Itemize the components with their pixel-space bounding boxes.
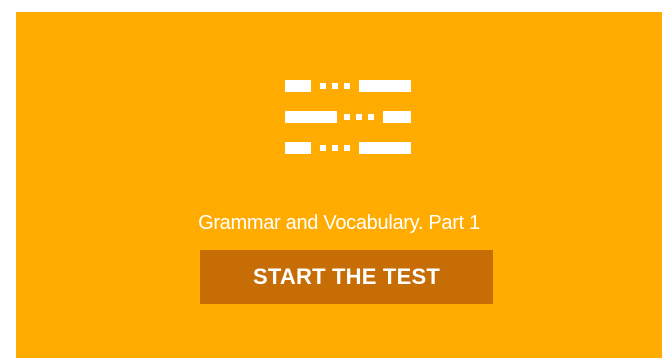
start-test-button[interactable]: START THE TEST xyxy=(200,250,493,304)
test-card: Grammar and Vocabulary. Part 1 START THE… xyxy=(16,12,662,358)
test-title: Grammar and Vocabulary. Part 1 xyxy=(198,212,480,234)
page: Grammar and Vocabulary. Part 1 START THE… xyxy=(0,0,662,358)
list-icon xyxy=(285,80,411,154)
